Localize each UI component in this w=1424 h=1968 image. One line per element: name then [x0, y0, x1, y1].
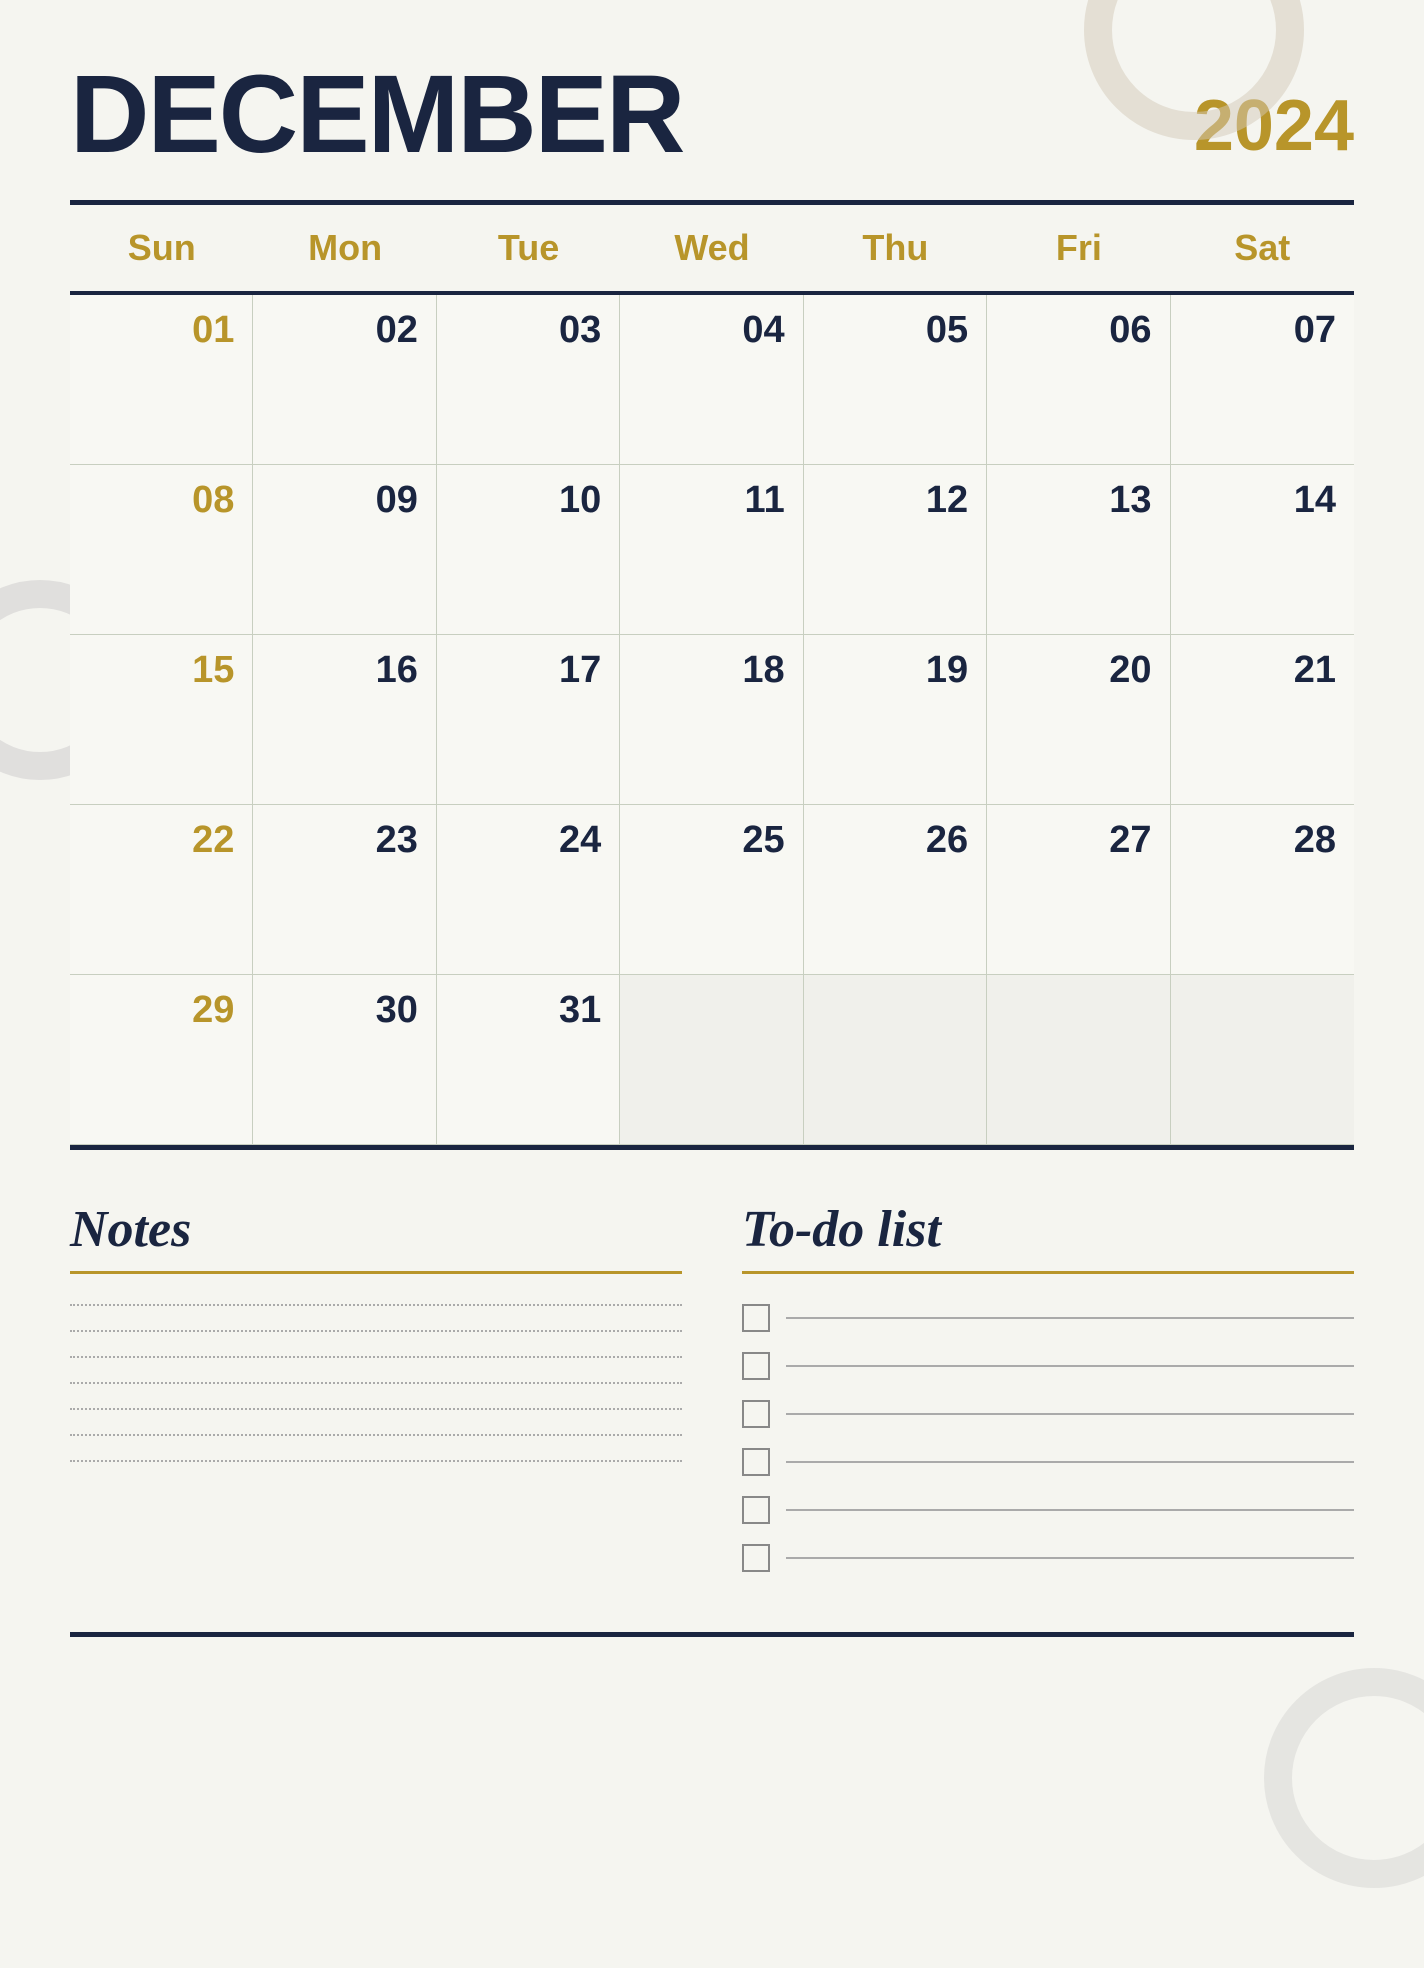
table-row: 11 — [620, 465, 803, 635]
list-item — [742, 1400, 1354, 1428]
day-header-sat: Sat — [1171, 205, 1354, 291]
notes-title: Notes — [70, 1200, 682, 1259]
table-row: 23 — [253, 805, 436, 975]
todo-line-6 — [786, 1557, 1354, 1559]
todo-checkbox-2[interactable] — [742, 1352, 770, 1380]
table-row: 26 — [804, 805, 987, 975]
notes-line-2 — [70, 1330, 682, 1332]
list-item — [742, 1496, 1354, 1524]
notes-line-3 — [70, 1356, 682, 1358]
todo-items — [742, 1304, 1354, 1572]
notes-line-4 — [70, 1382, 682, 1384]
table-row: 14 — [1171, 465, 1354, 635]
deco-circle-bottom-right — [1264, 1668, 1424, 1888]
list-item — [742, 1448, 1354, 1476]
day-header-tue: Tue — [437, 205, 620, 291]
notes-line-1 — [70, 1304, 682, 1306]
day-header-wed: Wed — [620, 205, 803, 291]
todo-checkbox-3[interactable] — [742, 1400, 770, 1428]
table-row: 03 — [437, 295, 620, 465]
calendar-header: Sun Mon Tue Wed Thu Fri Sat — [70, 205, 1354, 295]
table-row: 15 — [70, 635, 253, 805]
list-item — [742, 1304, 1354, 1332]
table-row: 13 — [987, 465, 1170, 635]
table-row: 31 — [437, 975, 620, 1145]
todo-line-2 — [786, 1365, 1354, 1367]
table-row: 29 — [70, 975, 253, 1145]
day-header-sun: Sun — [70, 205, 253, 291]
table-row — [1171, 975, 1354, 1145]
table-row — [804, 975, 987, 1145]
calendar-grid: 01 02 03 04 05 06 07 08 09 10 11 12 13 1… — [70, 295, 1354, 1145]
table-row: 17 — [437, 635, 620, 805]
calendar-container: Sun Mon Tue Wed Thu Fri Sat 01 02 03 04 … — [70, 200, 1354, 1150]
table-row — [620, 975, 803, 1145]
table-row: 25 — [620, 805, 803, 975]
notes-line-5 — [70, 1408, 682, 1410]
todo-checkbox-1[interactable] — [742, 1304, 770, 1332]
day-header-thu: Thu — [804, 205, 987, 291]
table-row: 10 — [437, 465, 620, 635]
table-row: 08 — [70, 465, 253, 635]
table-row: 20 — [987, 635, 1170, 805]
table-row: 18 — [620, 635, 803, 805]
month-title: DECEMBER — [70, 60, 684, 170]
day-header-fri: Fri — [987, 205, 1170, 291]
page-container: DECEMBER 20 24 Sun Mon Tue Wed Thu Fri Sa… — [0, 0, 1424, 1968]
table-row: 05 — [804, 295, 987, 465]
table-row: 16 — [253, 635, 436, 805]
todo-checkbox-6[interactable] — [742, 1544, 770, 1572]
notes-line-7 — [70, 1460, 682, 1462]
table-row: 02 — [253, 295, 436, 465]
table-row: 21 — [1171, 635, 1354, 805]
calendar-bottom-border — [70, 1145, 1354, 1150]
todo-checkbox-4[interactable] — [742, 1448, 770, 1476]
table-row — [987, 975, 1170, 1145]
notes-line-6 — [70, 1434, 682, 1436]
notes-lines — [70, 1304, 682, 1468]
table-row: 19 — [804, 635, 987, 805]
todo-line-1 — [786, 1317, 1354, 1319]
table-row: 27 — [987, 805, 1170, 975]
table-row: 12 — [804, 465, 987, 635]
list-item — [742, 1544, 1354, 1572]
table-row: 09 — [253, 465, 436, 635]
table-row: 04 — [620, 295, 803, 465]
table-row: 30 — [253, 975, 436, 1145]
list-item — [742, 1352, 1354, 1380]
notes-underline — [70, 1271, 682, 1274]
table-row: 06 — [987, 295, 1170, 465]
page-bottom-border — [70, 1632, 1354, 1637]
table-row: 22 — [70, 805, 253, 975]
todo-line-3 — [786, 1413, 1354, 1415]
notes-section: Notes — [70, 1200, 682, 1572]
todo-title: To-do list — [742, 1200, 1354, 1259]
bottom-section: Notes To-do list — [70, 1200, 1354, 1572]
day-header-mon: Mon — [253, 205, 436, 291]
table-row: 01 — [70, 295, 253, 465]
todo-section: To-do list — [742, 1200, 1354, 1572]
table-row: 07 — [1171, 295, 1354, 465]
todo-line-4 — [786, 1461, 1354, 1463]
table-row: 28 — [1171, 805, 1354, 975]
todo-checkbox-5[interactable] — [742, 1496, 770, 1524]
todo-underline — [742, 1271, 1354, 1274]
todo-line-5 — [786, 1509, 1354, 1511]
table-row: 24 — [437, 805, 620, 975]
